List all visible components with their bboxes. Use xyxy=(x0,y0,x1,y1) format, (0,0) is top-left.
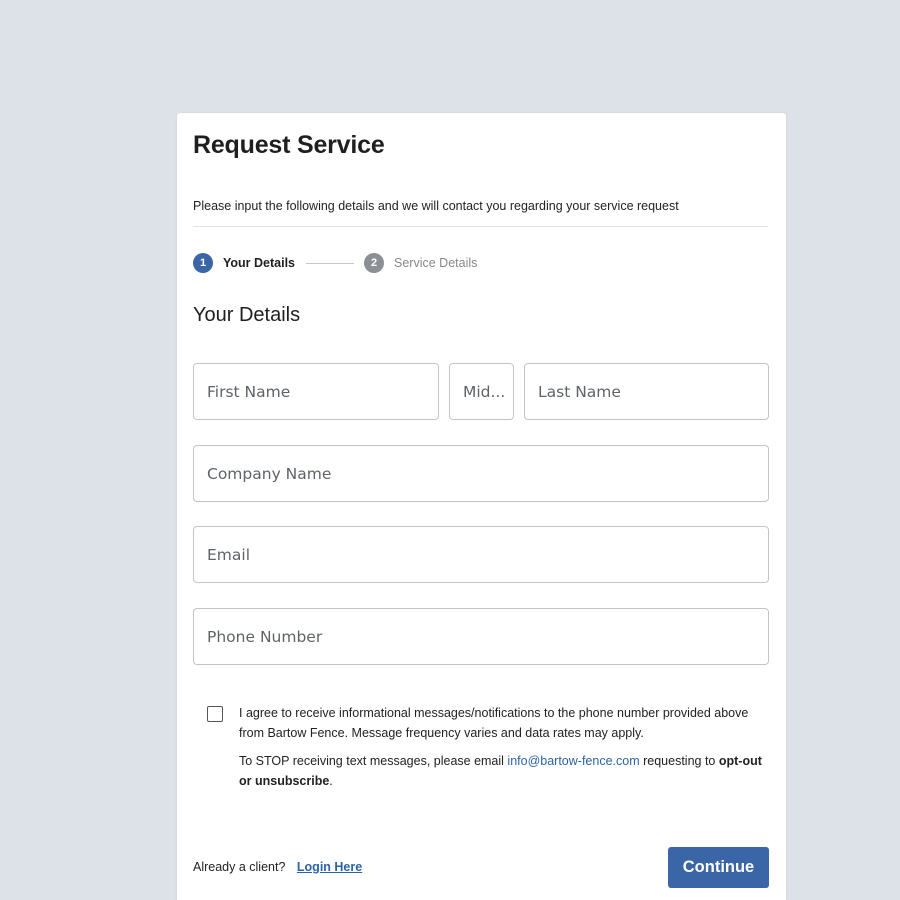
consent-stop-text: To STOP receiving text messages, please … xyxy=(239,751,769,791)
consent-checkbox[interactable] xyxy=(207,706,223,722)
phone-number-field[interactable]: Phone Number xyxy=(193,608,769,665)
first-name-field[interactable]: First Name xyxy=(193,363,439,420)
consent-agreement-text: I agree to receive informational message… xyxy=(239,706,749,740)
step-1-number: 1 xyxy=(193,253,213,273)
email-field[interactable]: Email xyxy=(193,526,769,583)
stop-suffix: . xyxy=(329,774,333,788)
login-link[interactable]: Login Here xyxy=(297,860,362,874)
stop-middle: requesting to xyxy=(639,754,719,768)
company-name-field[interactable]: Company Name xyxy=(193,445,769,502)
phone-number-placeholder: Phone Number xyxy=(207,627,323,646)
stepper-connector xyxy=(306,262,355,264)
login-prompt: Already a client? Login Here xyxy=(193,860,362,874)
stepper: 1 Your Details 2 Service Details xyxy=(193,253,477,273)
middle-name-placeholder: Mid... xyxy=(463,382,506,401)
continue-button[interactable]: Continue xyxy=(668,847,769,888)
stop-prefix: To STOP receiving text messages, please … xyxy=(239,754,508,768)
step-2-number: 2 xyxy=(364,253,385,273)
already-client-text: Already a client? xyxy=(193,860,286,874)
middle-name-field[interactable]: Mid... xyxy=(449,363,514,420)
step-1-label: Your Details xyxy=(223,256,296,270)
step-2-label: Service Details xyxy=(394,256,478,270)
request-service-card: Request Service Please input the followi… xyxy=(177,113,786,900)
email-placeholder: Email xyxy=(207,545,251,564)
last-name-placeholder: Last Name xyxy=(538,382,621,401)
section-title: Your Details xyxy=(193,304,301,326)
company-name-placeholder: Company Name xyxy=(207,464,332,483)
last-name-field[interactable]: Last Name xyxy=(524,363,769,420)
page-title: Request Service xyxy=(193,131,385,159)
page-subtitle: Please input the following details and w… xyxy=(193,199,679,213)
support-email-link[interactable]: info@bartow-fence.com xyxy=(507,754,639,768)
first-name-placeholder: First Name xyxy=(207,382,291,401)
consent-text-block: I agree to receive informational message… xyxy=(239,703,769,791)
header-divider xyxy=(193,226,768,227)
